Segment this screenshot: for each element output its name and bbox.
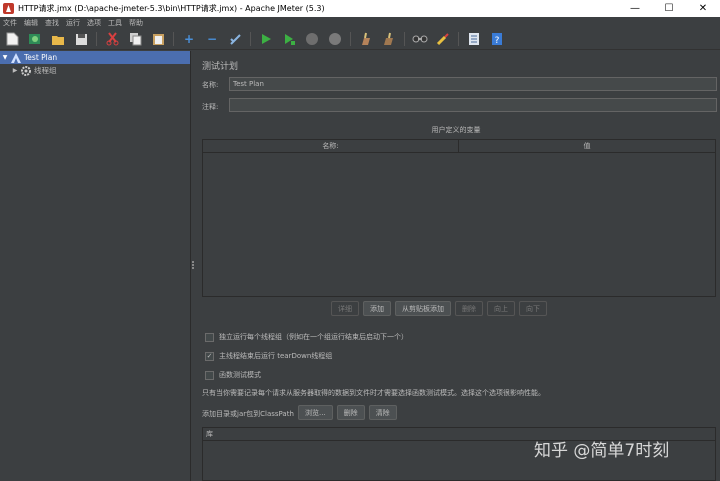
- menu-edit[interactable]: 编辑: [24, 18, 38, 28]
- serialize-threadgroups-checkbox[interactable]: [205, 332, 214, 342]
- toolbar-separator: [250, 32, 251, 46]
- copy-icon[interactable]: [127, 31, 143, 47]
- move-up-button[interactable]: 向上: [487, 301, 515, 316]
- grip-icon: [192, 261, 195, 269]
- toolbar: + − ?: [0, 29, 720, 50]
- help-icon[interactable]: ?: [489, 31, 505, 47]
- split-pane-divider[interactable]: [190, 51, 195, 481]
- menu-file[interactable]: 文件: [3, 18, 17, 28]
- jmeter-logo-icon: [3, 3, 14, 14]
- teardown-on-shutdown-checkbox[interactable]: ✓: [205, 351, 214, 361]
- maximize-button[interactable]: ☐: [652, 0, 686, 17]
- column-header-value[interactable]: 值: [459, 140, 715, 152]
- name-label: 名称:: [202, 81, 219, 89]
- comment-field[interactable]: [229, 98, 717, 112]
- add-button[interactable]: 添加: [363, 301, 391, 316]
- reset-search-icon[interactable]: [435, 31, 451, 47]
- test-plan-icon: [10, 52, 21, 63]
- detail-button[interactable]: 详细: [331, 301, 359, 316]
- classpath-label: 添加目录或jar包到ClassPath: [202, 410, 294, 418]
- delete-button[interactable]: 删除: [455, 301, 483, 316]
- move-down-button[interactable]: 向下: [519, 301, 547, 316]
- window-title: HTTP请求.jmx (D:\apache-jmeter-5.3\bin\HTT…: [18, 4, 325, 13]
- clear-button[interactable]: 清除: [368, 405, 397, 420]
- classpath-delete-button[interactable]: 删除: [336, 405, 365, 420]
- browse-button[interactable]: 浏览...: [298, 405, 333, 420]
- table-header: 名称: 值: [203, 140, 715, 153]
- toggle-icon[interactable]: [227, 31, 243, 47]
- menu-bar: 文件 编辑 查找 运行 选项 工具 帮助: [0, 17, 720, 29]
- add-from-clipboard-button[interactable]: 从剪贴板添加: [395, 301, 451, 316]
- shutdown-icon[interactable]: [327, 31, 343, 47]
- checkbox-label: 主线程结束后运行 tearDown线程组: [219, 352, 333, 360]
- chevron-down-icon[interactable]: ▼: [0, 54, 10, 61]
- comment-label: 注释:: [202, 103, 219, 111]
- minimize-button[interactable]: —: [618, 0, 652, 17]
- watermark: 知乎 @简单7时刻: [534, 441, 670, 461]
- column-header-name[interactable]: 名称:: [203, 140, 459, 152]
- paste-icon[interactable]: [150, 31, 166, 47]
- toolbar-separator: [404, 32, 405, 46]
- serialize-threadgroups-option[interactable]: 独立运行每个线程组（例如在一个组运行结束后启动下一个）: [205, 332, 408, 342]
- expand-icon[interactable]: +: [181, 31, 197, 47]
- collapse-icon[interactable]: −: [204, 31, 220, 47]
- new-icon[interactable]: [4, 31, 20, 47]
- save-icon[interactable]: [73, 31, 89, 47]
- name-field[interactable]: Test Plan: [229, 77, 717, 91]
- functional-mode-checkbox[interactable]: [205, 370, 214, 380]
- clear-icon[interactable]: [358, 31, 374, 47]
- tree-item-thread-group[interactable]: ▶ 线程组: [0, 64, 190, 77]
- test-plan-panel: 测试计划 名称: Test Plan 注释: 用户定义的变量 名称: 值 详细 …: [196, 51, 720, 481]
- templates-icon[interactable]: [27, 31, 43, 47]
- toolbar-separator: [350, 32, 351, 46]
- start-no-pause-icon[interactable]: [281, 31, 297, 47]
- user-variables-table[interactable]: 名称: 值: [202, 139, 716, 297]
- start-icon[interactable]: [258, 31, 274, 47]
- close-button[interactable]: ✕: [686, 0, 720, 17]
- clear-all-icon[interactable]: [381, 31, 397, 47]
- toolbar-separator: [173, 32, 174, 46]
- window-controls: — ☐ ✕: [618, 0, 720, 17]
- checkbox-label: 独立运行每个线程组（例如在一个组运行结束后启动下一个）: [219, 333, 408, 341]
- search-icon[interactable]: [412, 31, 428, 47]
- classpath-buttons: 浏览... 删除 清除: [298, 405, 401, 420]
- function-helper-icon[interactable]: [466, 31, 482, 47]
- open-icon[interactable]: [50, 31, 66, 47]
- stop-icon[interactable]: [304, 31, 320, 47]
- gear-icon: [20, 65, 31, 76]
- page-title: 测试计划: [202, 62, 239, 72]
- teardown-on-shutdown-option[interactable]: ✓ 主线程结束后运行 tearDown线程组: [205, 351, 332, 361]
- cut-icon[interactable]: [104, 31, 120, 47]
- user-variables-caption: 用户定义的变量: [431, 126, 481, 134]
- svg-text:?: ?: [495, 36, 500, 46]
- menu-options[interactable]: 选项: [87, 18, 101, 28]
- menu-help[interactable]: 帮助: [129, 18, 143, 28]
- test-plan-tree: ▼ Test Plan ▶ 线程组: [0, 51, 190, 481]
- table-buttons: 详细 添加 从剪贴板添加 删除 向上 向下: [331, 301, 551, 316]
- menu-run[interactable]: 运行: [66, 18, 80, 28]
- functional-mode-hint: 只有当你需要记录每个请求从服务器取得的数据到文件时才需要选择函数测试模式。选择这…: [202, 389, 545, 397]
- tree-item-test-plan[interactable]: ▼ Test Plan: [0, 51, 190, 64]
- menu-search[interactable]: 查找: [45, 18, 59, 28]
- menu-tools[interactable]: 工具: [108, 18, 122, 28]
- chevron-right-icon[interactable]: ▶: [10, 67, 20, 74]
- tree-item-label: 线程组: [34, 66, 57, 75]
- title-bar: HTTP请求.jmx (D:\apache-jmeter-5.3\bin\HTT…: [0, 0, 720, 17]
- checkbox-label: 函数测试模式: [219, 371, 261, 379]
- tree-item-label: Test Plan: [24, 53, 58, 62]
- functional-mode-option[interactable]: 函数测试模式: [205, 370, 261, 380]
- toolbar-separator: [96, 32, 97, 46]
- toolbar-separator: [458, 32, 459, 46]
